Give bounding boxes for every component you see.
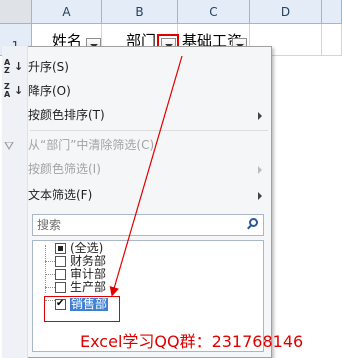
select-all-corner[interactable]	[0, 0, 32, 24]
submenu-arrow-icon	[258, 192, 262, 200]
search-input[interactable]: 搜索	[32, 214, 264, 236]
clear-filter-icon: ⛛	[4, 139, 15, 153]
menu-item-sort-asc[interactable]: A Z ↓ 升序(S)	[4, 56, 268, 78]
column-header-b[interactable]: B	[102, 0, 178, 24]
menu-item-clear-filter[interactable]: ⛛ 从“部门”中清除筛选(C)	[4, 134, 268, 156]
menu-item-sort-by-color[interactable]: 按颜色排序(T)	[28, 104, 268, 126]
search-placeholder: 搜索	[37, 218, 62, 232]
column-header-c[interactable]: C	[178, 0, 250, 24]
column-header-a[interactable]: A	[32, 0, 102, 24]
list-item-label: 生产部	[70, 280, 107, 294]
column-header-more[interactable]	[322, 0, 342, 24]
sort-by-color-label: 按颜色排序(T)	[28, 108, 105, 122]
sort-desc-label: 降序(O)	[28, 84, 71, 98]
text-filter-label: 文本筛选(F)	[28, 188, 93, 202]
search-icon[interactable]	[246, 218, 260, 232]
clear-filter-label: 从“部门”中清除筛选(C)	[28, 138, 155, 152]
sort-asc-label: 升序(S)	[28, 60, 69, 74]
cell-e1[interactable]	[322, 24, 342, 56]
sort-desc-icon: Z A ↓	[4, 82, 24, 99]
column-header-d[interactable]: D	[250, 0, 322, 24]
checkbox-audit[interactable]	[55, 269, 66, 280]
checkbox-select-all[interactable]	[55, 243, 66, 254]
menu-item-sort-desc[interactable]: Z A ↓ 降序(O)	[4, 80, 268, 102]
filter-by-color-label: 按颜色筛选(I)	[28, 162, 101, 176]
checkbox-finance[interactable]	[55, 256, 66, 267]
menu-item-text-filter[interactable]: 文本筛选(F)	[28, 184, 268, 206]
checkbox-production[interactable]	[55, 282, 66, 293]
sort-asc-icon: A Z ↓	[4, 58, 24, 75]
menu-item-filter-by-color[interactable]: 按颜色筛选(I)	[28, 158, 268, 180]
sales-item-highlight	[44, 296, 120, 322]
submenu-arrow-icon	[258, 166, 262, 174]
submenu-arrow-icon	[258, 112, 262, 120]
menu-separator	[30, 130, 268, 131]
watermark-text: Excel学习QQ群：231768146	[80, 332, 304, 351]
